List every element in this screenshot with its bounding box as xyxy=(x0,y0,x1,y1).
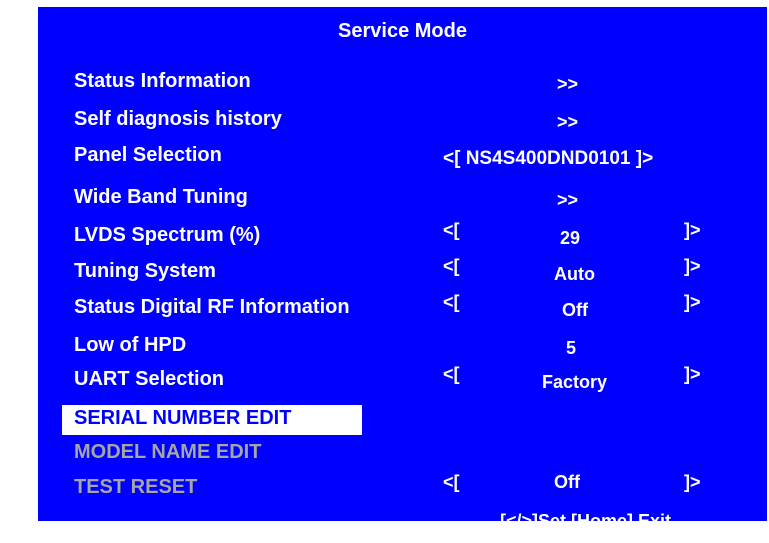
submenu-arrow: >> xyxy=(557,112,579,132)
panel-selection-value[interactable]: <[ NS4S400DND0101 ]> xyxy=(443,148,653,170)
option-value: Factory xyxy=(542,372,608,392)
submenu-arrow: >> xyxy=(557,190,579,210)
decrease-bracket[interactable]: <[ xyxy=(443,364,460,385)
menu-item-panel-selection[interactable]: Panel Selection <[ NS4S400DND0101 ]> xyxy=(38,144,767,174)
option-value: Off xyxy=(562,300,588,320)
increase-bracket[interactable]: ]> xyxy=(684,292,701,313)
increase-bracket[interactable]: ]> xyxy=(684,472,701,493)
option-value: 29 xyxy=(560,228,581,248)
menu-item-label: Low of HPD xyxy=(74,334,187,356)
menu-item-label: LVDS Spectrum (%) xyxy=(74,224,261,246)
menu-item-wide-band-tuning[interactable]: Wide Band Tuning >> xyxy=(38,186,767,216)
menu-item-label: Self diagnosis history xyxy=(74,108,282,130)
decrease-bracket[interactable]: <[ xyxy=(443,220,460,241)
menu-item-label: Panel Selection xyxy=(74,144,222,166)
decrease-bracket[interactable]: <[ xyxy=(443,292,460,313)
menu-item-status-digital-rf-information[interactable]: Status Digital RF Information <[ Off ]> xyxy=(38,292,767,326)
menu-item-low-of-hpd[interactable]: Low of HPD 5 xyxy=(38,334,767,364)
increase-bracket[interactable]: ]> xyxy=(684,256,701,277)
screen: Service Mode Status Information >> Self … xyxy=(0,0,769,543)
menu-item-label: MODEL NAME EDIT xyxy=(74,441,262,463)
menu-item-label: SERIAL NUMBER EDIT xyxy=(74,407,292,429)
menu-item-lvds-spectrum[interactable]: LVDS Spectrum (%) <[ 29 ]> xyxy=(38,220,767,254)
menu-item-test-reset[interactable]: TEST RESET <[ Off ]> xyxy=(38,472,767,506)
submenu-arrow: >> xyxy=(557,74,579,94)
option-value: Off xyxy=(554,472,580,492)
menu-item-label: Wide Band Tuning xyxy=(74,186,248,208)
page-title: Service Mode xyxy=(338,20,467,42)
option-value: Auto xyxy=(554,264,595,284)
menu-item-label: UART Selection xyxy=(74,368,225,390)
menu-item-model-name-edit[interactable]: MODEL NAME EDIT xyxy=(38,441,767,471)
menu-item-uart-selection[interactable]: UART Selection <[ Factory ]> xyxy=(38,364,767,398)
menu-item-status-information[interactable]: Status Information >> xyxy=(38,70,767,100)
decrease-bracket[interactable]: <[ xyxy=(443,256,460,277)
menu-item-tuning-system[interactable]: Tuning System <[ Auto ]> xyxy=(38,256,767,290)
key-hint-footer: [</>]Set [Home] Exit xyxy=(500,511,672,531)
option-value: 5 xyxy=(566,338,577,358)
increase-bracket[interactable]: ]> xyxy=(684,364,701,385)
menu-item-self-diagnosis-history[interactable]: Self diagnosis history >> xyxy=(38,108,767,138)
menu-item-serial-number-edit[interactable]: SERIAL NUMBER EDIT xyxy=(38,405,767,437)
menu-item-label: Status Digital RF Information xyxy=(74,296,350,318)
decrease-bracket[interactable]: <[ xyxy=(443,472,460,493)
menu-item-label: Status Information xyxy=(74,70,251,92)
increase-bracket[interactable]: ]> xyxy=(684,220,701,241)
menu-item-label: TEST RESET xyxy=(74,476,198,498)
menu-item-label: Tuning System xyxy=(74,260,216,282)
